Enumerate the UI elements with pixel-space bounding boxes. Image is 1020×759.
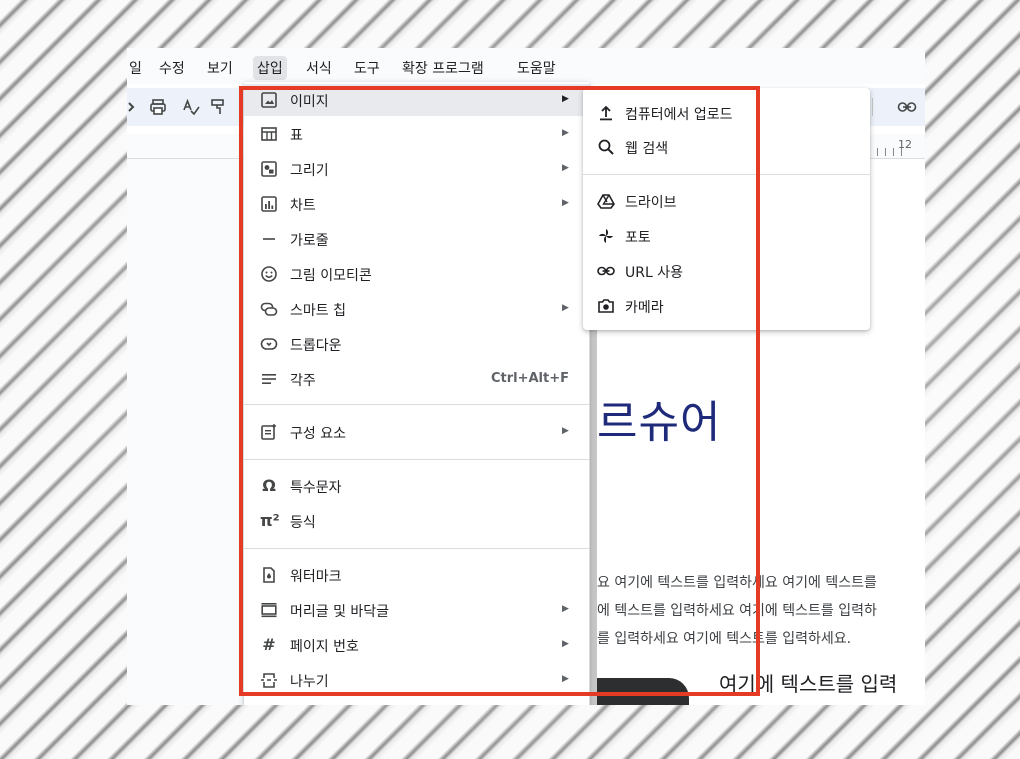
paint-format-icon[interactable] bbox=[211, 98, 229, 116]
menu-file[interactable]: 일 bbox=[129, 58, 142, 78]
menu-tools[interactable]: 도구 bbox=[354, 58, 380, 78]
menu-view[interactable]: 보기 bbox=[207, 58, 233, 78]
toolbar-divider bbox=[872, 98, 890, 116]
ruler-tick-label: 12 bbox=[898, 138, 912, 151]
menu-format[interactable]: 서식 bbox=[306, 58, 332, 78]
menu-insert[interactable]: 삽입 bbox=[253, 56, 287, 80]
menu-extensions[interactable]: 확장 프로그램 bbox=[402, 58, 484, 78]
print-icon[interactable] bbox=[149, 98, 167, 116]
highlight-annotation-box bbox=[239, 86, 760, 696]
menu-help[interactable]: 도움말 bbox=[517, 58, 556, 78]
redo-icon[interactable] bbox=[127, 98, 145, 116]
insert-link-icon[interactable] bbox=[897, 98, 917, 116]
menu-edit[interactable]: 수정 bbox=[159, 58, 185, 78]
menubar: 일 수정 보기 삽입 서식 도구 확장 프로그램 도움말 bbox=[127, 48, 925, 84]
spellcheck-icon[interactable] bbox=[182, 98, 200, 116]
